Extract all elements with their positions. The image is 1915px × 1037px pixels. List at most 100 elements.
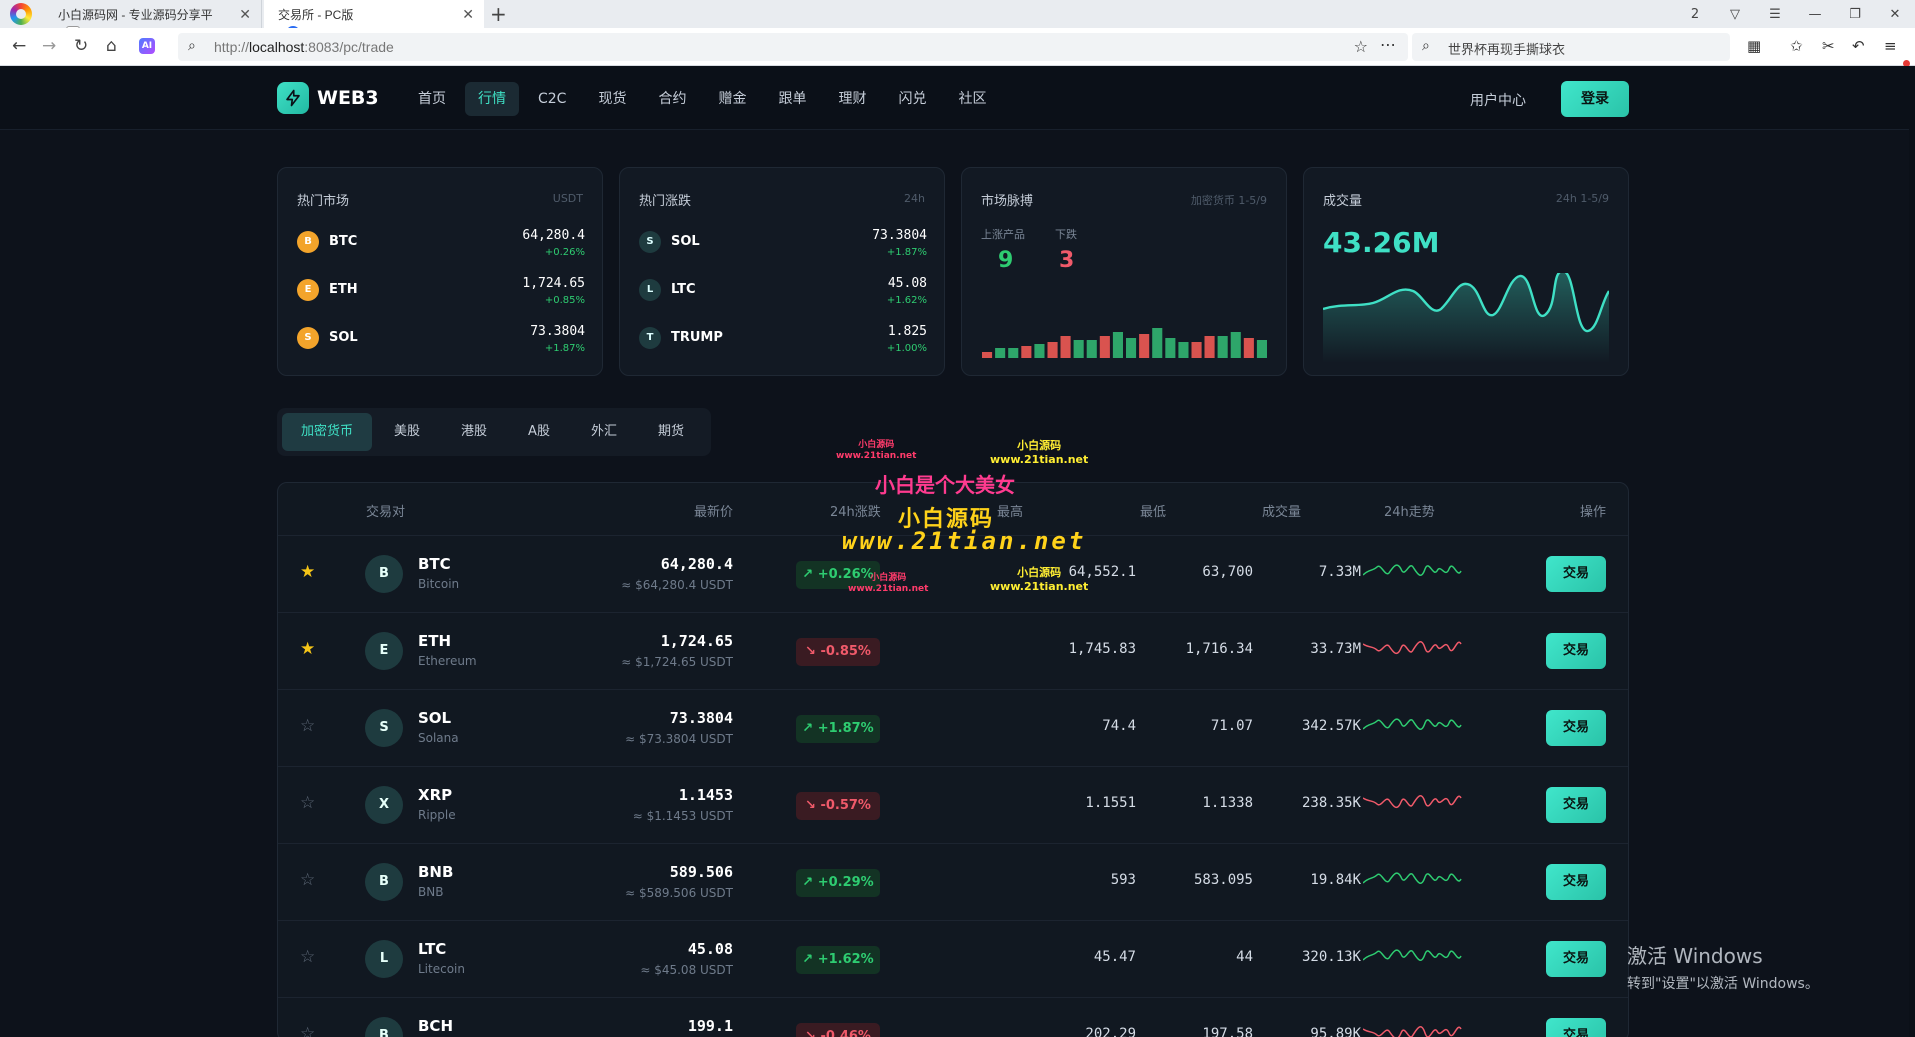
last-price: 199.1 — [687, 1017, 733, 1035]
col-price[interactable]: 最新价 — [694, 501, 733, 520]
high-value: 74.4 — [1102, 718, 1136, 734]
menu-icon[interactable]: ☰ — [1755, 7, 1795, 22]
apps-grid-icon[interactable]: ▦ — [1747, 37, 1761, 55]
favorite-star-icon[interactable]: ☆ — [300, 870, 315, 890]
high-value: 202.29 — [1085, 1026, 1136, 1037]
last-price: 45.08 — [687, 940, 733, 958]
volume-wave-chart — [1323, 273, 1609, 363]
hot-market-item[interactable]: E ETH 1,724.65 +0.85% — [297, 273, 585, 309]
table-row[interactable]: ☆ S SOL Solana 73.3804 ≈ $73.3804 USDT ↗ +1.87… — [278, 689, 1628, 766]
trade-button[interactable]: 交易 — [1546, 710, 1606, 746]
browser-menu-icon[interactable]: ≡ — [1884, 37, 1897, 55]
tab-a-shares[interactable]: A股 — [509, 413, 569, 451]
reload-icon[interactable]: ↻ — [74, 36, 88, 56]
trade-button[interactable]: 交易 — [1546, 787, 1606, 823]
more-options-icon[interactable]: ⋯ — [1380, 35, 1396, 54]
col-low[interactable]: 最低 — [1140, 501, 1166, 520]
browser-tab-xiaobai[interactable]: 小白源码网 - 专业源码分享平 ✕ — [44, 0, 262, 40]
low-value: 1,716.34 — [1185, 641, 1253, 657]
trade-button[interactable]: 交易 — [1546, 633, 1606, 669]
favorite-star-icon[interactable]: ★ — [300, 639, 315, 659]
col-change[interactable]: 24h涨跌 — [830, 501, 881, 520]
favorite-star-icon[interactable]: ☆ — [300, 716, 315, 736]
nav-c2c[interactable]: C2C — [525, 82, 579, 116]
tab-count-icon[interactable]: 2 — [1675, 7, 1715, 22]
col-pair[interactable]: 交易对 — [366, 501, 405, 520]
tab-forex[interactable]: 外汇 — [572, 413, 636, 451]
undo-icon[interactable]: ↶ — [1852, 37, 1865, 55]
market-pulse-card: 市场脉搏 加密货币 1-5/9 上涨产品 下跌 9 3 — [961, 167, 1287, 376]
user-center-link[interactable]: 用户中心 — [1470, 90, 1526, 110]
trade-button[interactable]: 交易 — [1546, 1018, 1606, 1037]
restore-icon[interactable]: ❐ — [1835, 7, 1875, 22]
nav-bonus[interactable]: 赠金 — [705, 82, 759, 116]
coin-symbol: SOL — [671, 234, 700, 249]
volume-value: 95.89K — [1310, 1026, 1361, 1037]
hot-gainers-item[interactable]: T TRUMP 1.825 +1.00% — [639, 321, 927, 357]
card-title: 市场脉搏 — [981, 194, 1034, 209]
table-row[interactable]: ☆ X XRP Ripple 1.1453 ≈ $1.1453 USDT ↘ -0.57% 1… — [278, 766, 1628, 843]
volume-value: 43.26M — [1323, 226, 1440, 259]
coin-change: +1.62% — [886, 295, 927, 306]
volume-value: 238.35K — [1301, 795, 1361, 811]
new-tab-icon[interactable]: + — [490, 2, 507, 26]
hot-market-item[interactable]: B BTC 64,280.4 +0.26% — [297, 225, 585, 261]
search-suggestion[interactable]: 世界杯再现手撕球衣 — [1448, 39, 1565, 58]
nav-spot[interactable]: 现货 — [585, 82, 639, 116]
favorite-star-icon[interactable]: ☆ — [300, 947, 315, 967]
high-value: 593 — [1110, 872, 1136, 888]
bookmark-star-icon[interactable]: ☆ — [1354, 37, 1368, 56]
forward-icon[interactable]: → — [42, 36, 56, 56]
browser-tab-exchange[interactable]: 交易所 - PC版 ✕ — [264, 0, 484, 40]
url-text[interactable]: http://localhost:8083/pc/trade — [214, 39, 394, 55]
table-row[interactable]: ☆ L LTC Litecoin 45.08 ≈ $45.08 USDT ↗ +1.62% 4… — [278, 920, 1628, 997]
back-icon[interactable]: ← — [12, 36, 26, 56]
tab-futures[interactable]: 期货 — [639, 413, 703, 451]
login-button[interactable]: 登录 — [1561, 81, 1629, 117]
tab-hk-stocks[interactable]: 港股 — [442, 413, 506, 451]
page-scrollbar[interactable] — [1909, 66, 1915, 1037]
nav-community[interactable]: 社区 — [945, 82, 999, 116]
close-tab-icon[interactable]: ✕ — [462, 6, 474, 23]
favorite-star-icon[interactable]: ★ — [300, 562, 315, 582]
close-tab-icon[interactable]: ✕ — [239, 6, 251, 23]
pulse-bar — [1034, 344, 1045, 358]
skin-icon[interactable]: ▽ — [1715, 7, 1755, 22]
favorite-star-icon[interactable]: ☆ — [300, 793, 315, 813]
close-window-icon[interactable]: ✕ — [1875, 7, 1915, 22]
col-high[interactable]: 最高 — [997, 501, 1023, 520]
favorite-star-icon[interactable]: ☆ — [300, 1024, 315, 1037]
tab-us-stocks[interactable]: 美股 — [375, 413, 439, 451]
hot-gainers-item[interactable]: S SOL 73.3804 +1.87% — [639, 225, 927, 261]
volume-value: 342.57K — [1301, 718, 1361, 734]
trade-button[interactable]: 交易 — [1546, 556, 1606, 592]
brand-logo[interactable]: WEB3 — [277, 82, 379, 114]
tab-crypto[interactable]: 加密货币 — [282, 413, 373, 451]
url-bar[interactable]: ⌕ http://localhost:8083/pc/trade ☆ ⋯ — [178, 33, 1408, 61]
cut-icon[interactable]: ✂ — [1822, 37, 1835, 55]
favorites-icon[interactable]: ✩ — [1790, 37, 1803, 55]
trend-down-icon: ↘ — [805, 1029, 821, 1037]
nav-flash-swap[interactable]: 闪兑 — [885, 82, 939, 116]
trade-button[interactable]: 交易 — [1546, 941, 1606, 977]
col-volume[interactable]: 成交量 — [1262, 501, 1301, 520]
table-row[interactable]: ☆ B BNB BNB 589.506 ≈ $589.506 USDT ↗ +0.29% 59… — [278, 843, 1628, 920]
trade-button[interactable]: 交易 — [1546, 864, 1606, 900]
nav-copy-trade[interactable]: 跟单 — [765, 82, 819, 116]
price-usd: ≈ $64,280.4 USDT — [621, 578, 733, 592]
nav-market[interactable]: 行情 — [465, 82, 519, 116]
home-icon[interactable]: ⌂ — [106, 36, 117, 56]
hot-gainers-item[interactable]: L LTC 45.08 +1.62% — [639, 273, 927, 309]
nav-finance[interactable]: 理财 — [825, 82, 879, 116]
minimize-icon[interactable]: — — [1795, 7, 1835, 22]
nav-contract[interactable]: 合约 — [645, 82, 699, 116]
sparkline — [1363, 949, 1462, 961]
browser-search-box[interactable]: ⌕ 世界杯再现手撕球衣 — [1412, 33, 1730, 61]
coin-icon: L — [365, 940, 403, 978]
nav-home[interactable]: 首页 — [405, 82, 459, 116]
ai-assistant-icon[interactable]: AI — [139, 38, 155, 54]
table-row[interactable]: ★ E ETH Ethereum 1,724.65 ≈ $1,724.65 USDT ↘ -… — [278, 612, 1628, 689]
hot-market-item[interactable]: S SOL 73.3804 +1.87% — [297, 321, 585, 357]
category-tabs: 加密货币 美股 港股 A股 外汇 期货 — [277, 408, 711, 456]
table-row[interactable]: ☆ B BCH 199.1 ↘ -0.46% 202.29 197.58 95.89K 交易 — [278, 997, 1628, 1037]
